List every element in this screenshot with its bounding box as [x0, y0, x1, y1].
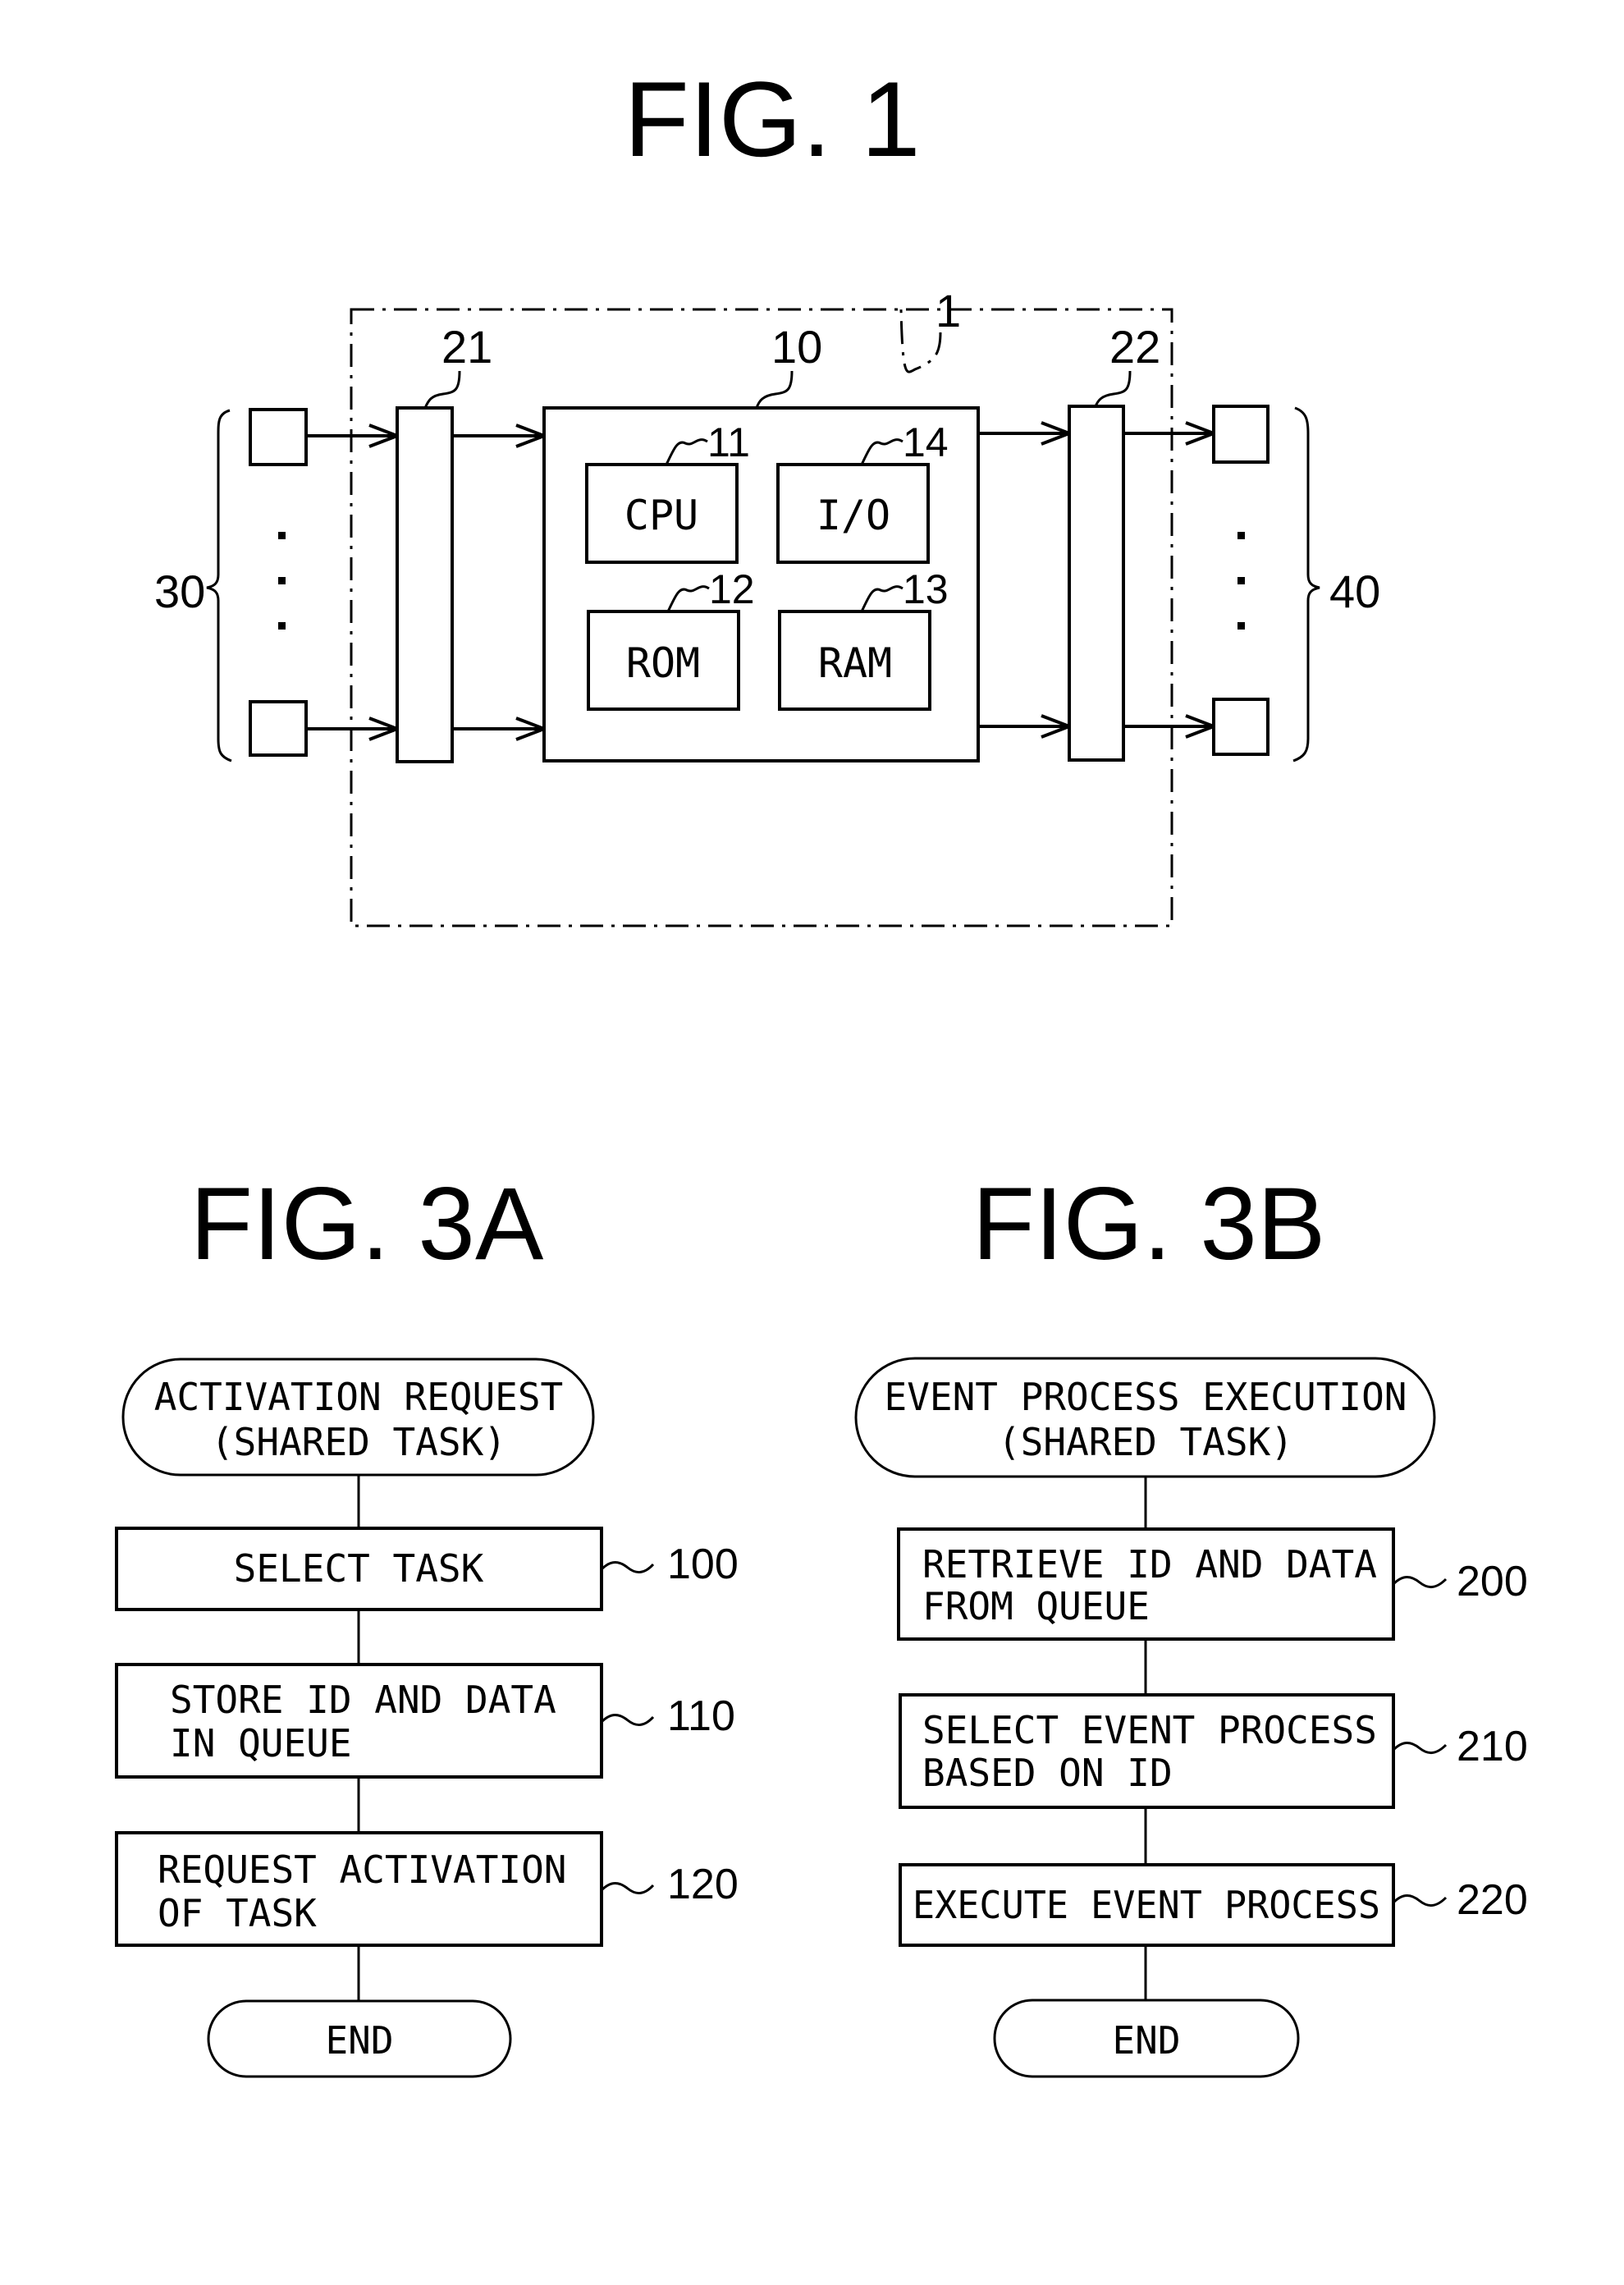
fig3a-end-text: END [325, 2018, 393, 2063]
io-ref: 14 [903, 419, 949, 465]
system-leader [899, 309, 942, 373]
fig3a-step-110-ref: 110 [667, 1692, 735, 1740]
outputs-ref-label: 40 [1329, 566, 1380, 617]
patent-drawing-sheet: FIG. 1 1 30 21 10 CPU 11 I/O 14 ROM 12 R… [115, 59, 1528, 2078]
output-device-top [1212, 405, 1269, 464]
fig3b: FIG. 3B EVENT PROCESS EXECUTION (SHARED … [854, 1167, 1528, 2078]
input-ellipsis [278, 532, 286, 630]
io-label: I/O [817, 492, 890, 539]
rom-label: ROM [626, 639, 700, 687]
controller-leader [755, 370, 794, 409]
input-device-bottom [249, 700, 308, 757]
outputs-brace [1292, 406, 1320, 762]
fig3a-step-100-ref: 100 [667, 1541, 739, 1588]
inputs-brace [206, 409, 232, 762]
fig3a-start-line1: ACTIVATION REQUEST [154, 1375, 564, 1419]
fig3b-step-220-ref: 220 [1457, 1876, 1528, 1924]
fig3a-title: FIG. 3A [190, 1167, 544, 1281]
fig1: FIG. 1 1 30 21 10 CPU 11 I/O 14 ROM 12 R… [154, 59, 1380, 927]
input-circuit-ref: 21 [441, 321, 492, 373]
fig3a-step-110-line2: IN QUEUE [170, 1721, 352, 1765]
fig3a-step-100-text: SELECT TASK [234, 1546, 484, 1591]
input-circuit-21 [396, 406, 454, 763]
fig3b-step-200-line1: RETRIEVE ID AND DATA [922, 1542, 1377, 1587]
fig3a-step-100-leader [600, 1561, 655, 1573]
output-ellipsis [1237, 532, 1245, 630]
fig3a: FIG. 3A ACTIVATION REQUEST (SHARED TASK)… [115, 1167, 739, 2078]
ram-label: RAM [818, 639, 892, 687]
arrows-22-to-out [1123, 421, 1219, 739]
arrows-10-to-22 [978, 421, 1074, 739]
fig3a-step-120-ref: 120 [667, 1861, 739, 1908]
ram-ref: 13 [903, 566, 949, 612]
fig3a-step-110-line1: STORE ID AND DATA [170, 1678, 556, 1722]
fig3b-step-200-leader [1392, 1576, 1448, 1588]
output-circuit-leader [1094, 370, 1132, 407]
output-circuit-ref: 22 [1109, 321, 1160, 373]
fig3a-step-120-line1: REQUEST ACTIVATION [158, 1848, 567, 1892]
rom-ref: 12 [709, 566, 755, 612]
cpu-ref: 11 [707, 419, 750, 465]
fig3b-start-line2: (SHARED TASK) [998, 1420, 1293, 1464]
output-circuit-22 [1068, 405, 1125, 762]
fig3a-start-line2: (SHARED TASK) [211, 1420, 506, 1464]
input-circuit-leader [423, 370, 461, 409]
fig3b-step-210-line1: SELECT EVENT PROCESS [922, 1708, 1377, 1752]
fig3b-step-210-leader [1392, 1742, 1448, 1754]
fig3b-step-200-line2: FROM QUEUE [922, 1584, 1150, 1628]
fig1-title: FIG. 1 [624, 59, 920, 179]
system-ref-label: 1 [936, 285, 961, 337]
fig3b-step-220-leader [1392, 1894, 1448, 1907]
arrows-21-to-10 [452, 424, 549, 741]
inputs-ref-label: 30 [154, 566, 205, 617]
fig3a-step-110-leader [600, 1714, 655, 1726]
input-device-top [249, 408, 308, 466]
fig3b-start-line1: EVENT PROCESS EXECUTION [885, 1375, 1407, 1419]
output-device-bottom [1212, 698, 1269, 756]
fig3b-step-200-ref: 200 [1457, 1558, 1528, 1605]
fig3a-step-120-leader [600, 1882, 655, 1894]
cpu-label: CPU [624, 492, 698, 539]
fig3b-step-210-ref: 210 [1457, 1723, 1528, 1770]
fig3b-end-text: END [1112, 2018, 1180, 2063]
fig3a-step-120-line2: OF TASK [158, 1891, 317, 1935]
fig3b-step-220-text: EXECUTE EVENT PROCESS [913, 1883, 1380, 1927]
fig3b-step-210-line2: BASED ON ID [922, 1751, 1173, 1795]
fig3b-title: FIG. 3B [972, 1167, 1326, 1281]
controller-ref: 10 [771, 321, 822, 373]
